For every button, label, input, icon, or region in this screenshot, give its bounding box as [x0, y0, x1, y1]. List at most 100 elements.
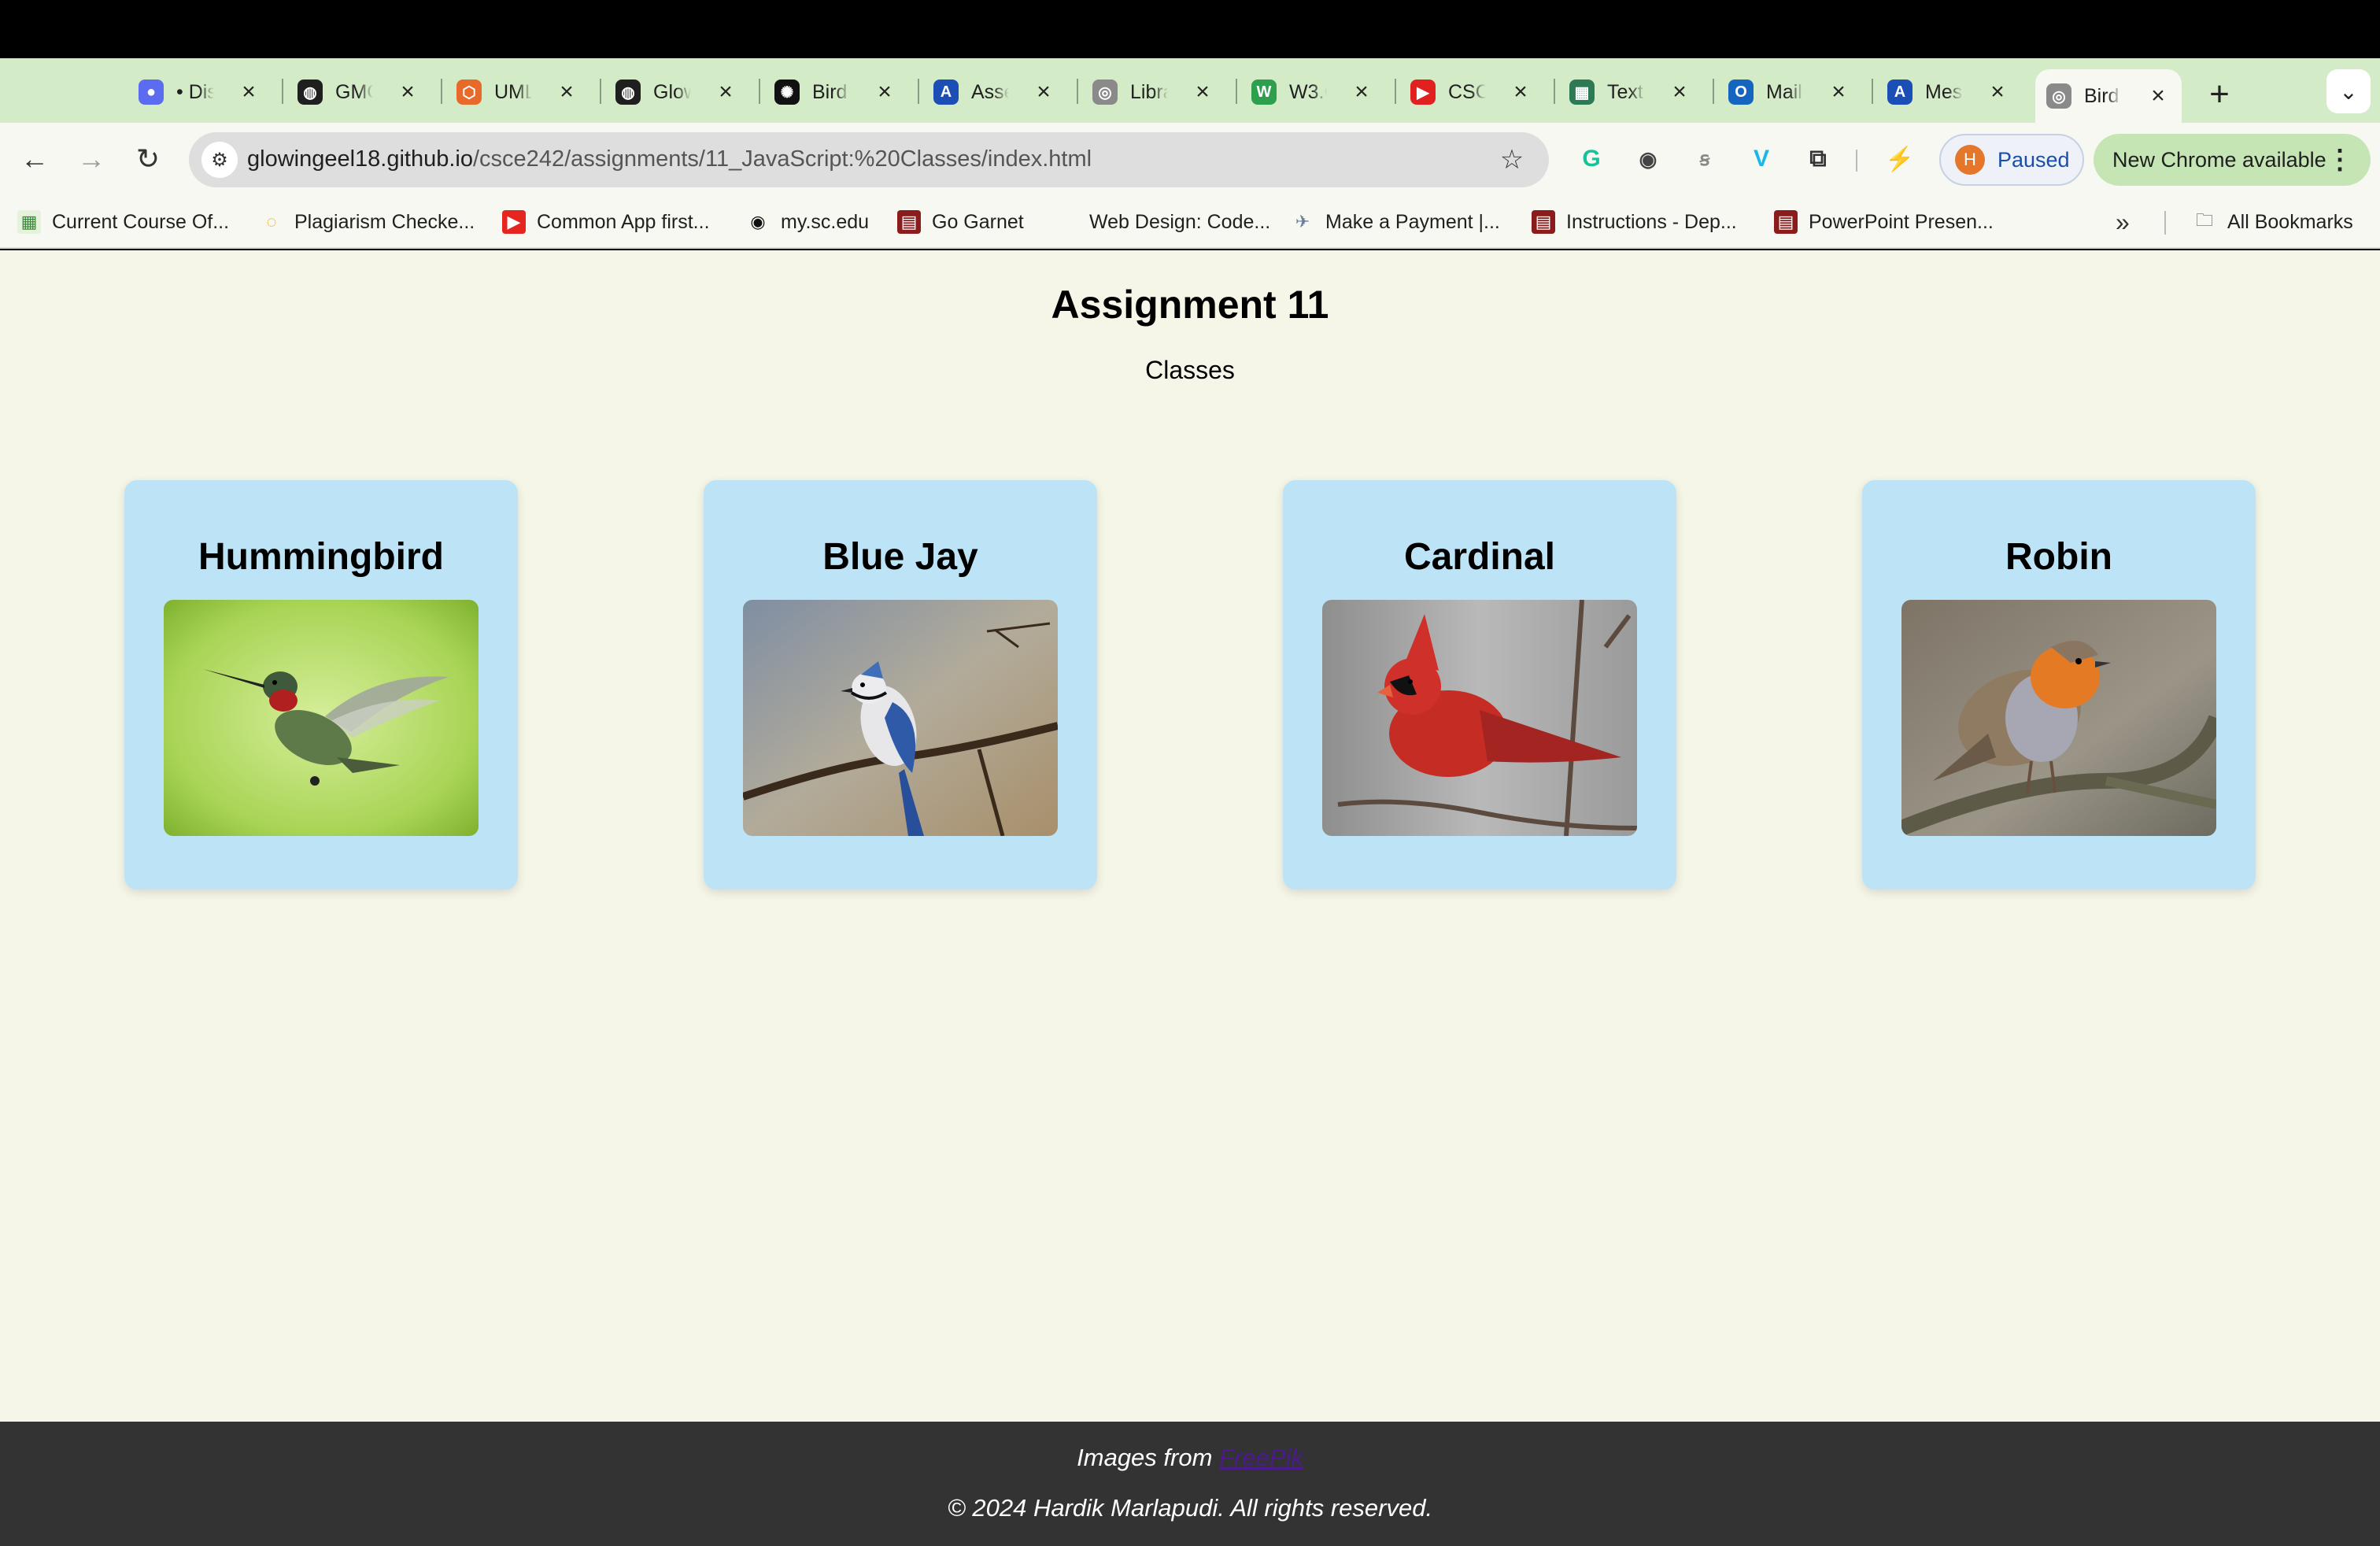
bookmark-item[interactable]: ▤ PowerPoint Presen... — [1774, 208, 1994, 236]
browser-tab[interactable]: ◍ GMG × — [298, 69, 420, 115]
browser-tab[interactable]: ▶ CSCE × — [1410, 69, 1533, 115]
canvas-a-icon: A — [1887, 80, 1913, 105]
bookmark-label: my.sc.edu — [781, 210, 870, 233]
star-icon: ☆ — [1499, 145, 1524, 175]
tab-strip: ● • Disc × ◍ GMG × ⬡ UML × ◍ Glowi × ✺ Bird C × A Asses ×… — [0, 58, 2380, 123]
tab-separator — [1713, 79, 1714, 104]
close-icon[interactable]: × — [1031, 79, 1056, 105]
tab-title: Librar — [1130, 80, 1168, 103]
tab-title: Mess — [1925, 80, 1963, 103]
address-bar[interactable]: ⚙ glowingeel18.github.io/csce242/assignm… — [189, 132, 1549, 187]
close-icon[interactable]: × — [1985, 79, 2010, 105]
page-content: Assignment 11 Classes Hummingbird Blue J… — [0, 250, 2380, 1422]
bookmark-item[interactable]: ▦ Current Course Of... — [17, 208, 229, 236]
close-icon[interactable]: × — [1667, 79, 1692, 105]
bookmark-item[interactable]: ▶ Common App first... — [502, 208, 710, 236]
tab-title: Mail - — [1766, 80, 1804, 103]
close-icon[interactable]: × — [1349, 79, 1374, 105]
tab-title: W3.C — [1289, 80, 1327, 103]
tab-title: Asses — [971, 80, 1009, 103]
uml-icon: ⬡ — [456, 80, 482, 105]
avatar: H — [1955, 145, 1985, 175]
university-icon: ▤ — [1774, 210, 1798, 234]
close-icon[interactable]: × — [395, 79, 420, 105]
bookmark-label: Go Garnet — [932, 210, 1024, 233]
browser-tab[interactable]: ◎ Librar × — [1092, 69, 1215, 115]
bird-card-robin: Robin — [1862, 480, 2256, 890]
record-icon: ● — [139, 80, 164, 105]
close-icon[interactable]: × — [1190, 79, 1215, 105]
bookmark-item[interactable]: ▤ Go Garnet — [897, 208, 1024, 236]
close-icon[interactable]: × — [713, 79, 738, 105]
bookmark-item[interactable]: Web Design: Code... — [1055, 208, 1270, 236]
grammarly-extension-icon[interactable]: G — [1574, 142, 1609, 176]
browser-tab[interactable]: ● • Disc × — [139, 69, 261, 115]
bird-name: Hummingbird — [198, 536, 444, 578]
forward-button[interactable]: → — [72, 140, 110, 178]
globe-icon: ◎ — [1092, 80, 1118, 105]
kebab-menu-icon[interactable]: ⋮ — [2326, 144, 2353, 176]
all-bookmarks-button[interactable]: 🗀 All Bookmarks — [2193, 208, 2353, 236]
youtube-icon: ▶ — [1410, 80, 1436, 105]
close-icon[interactable]: × — [554, 79, 579, 105]
outlook-icon: O — [1728, 80, 1754, 105]
toolbar-divider — [1856, 150, 1857, 172]
close-icon[interactable]: × — [1508, 79, 1533, 105]
tab-title: Bird C — [2084, 84, 2122, 107]
close-icon[interactable]: × — [236, 79, 261, 105]
update-chrome-button[interactable]: New Chrome available ⋮ — [2094, 134, 2371, 186]
bookmark-star-button[interactable]: ☆ — [1494, 142, 1530, 178]
browser-tab[interactable]: ⬡ UML × — [456, 69, 579, 115]
close-icon[interactable]: × — [2145, 83, 2171, 109]
browser-tab[interactable]: ▦ Text- × — [1569, 69, 1692, 115]
site-info-button[interactable]: ⚙ — [201, 142, 238, 178]
cardinal-image[interactable] — [1322, 600, 1637, 836]
robin-image[interactable] — [1901, 600, 2216, 836]
blank-icon — [1055, 210, 1078, 234]
bookmarks-bar: ▦ Current Course Of... ◌ Plagiarism Checke.… — [0, 195, 2380, 249]
browser-tab[interactable]: A Mess × — [1887, 69, 2010, 115]
extensions-puzzle-icon[interactable]: ⧉ — [1801, 142, 1835, 176]
browser-tab[interactable]: ◍ Glowi × — [615, 69, 738, 115]
profile-status: Paused — [1998, 147, 2070, 172]
browser-tab[interactable]: ✺ Bird C × — [774, 69, 897, 115]
back-button[interactable]: ← — [16, 140, 54, 178]
tab-separator — [1872, 79, 1873, 104]
profile-button[interactable]: H Paused — [1939, 134, 2084, 186]
text-extension-icon[interactable]: ꞩ — [1687, 142, 1722, 176]
hummingbird-image[interactable] — [164, 600, 479, 836]
freepik-link[interactable]: FreePik — [1219, 1444, 1303, 1471]
vimeo-extension-icon[interactable]: V — [1744, 142, 1779, 176]
bookmark-item[interactable]: ◉ my.sc.edu — [746, 208, 869, 236]
tab-search-button[interactable]: ⌄ — [2326, 69, 2371, 113]
browser-tab[interactable]: ◎ Bird C × — [2035, 69, 2182, 123]
tab-title: Text- — [1607, 80, 1645, 103]
tab-separator — [1077, 79, 1078, 104]
globe-icon: ◎ — [2046, 83, 2071, 109]
reload-button[interactable]: ↻ — [129, 140, 167, 178]
tab-separator — [1554, 79, 1555, 104]
camera-extension-icon[interactable]: ◉ — [1631, 142, 1665, 176]
browser-tab[interactable]: O Mail - × — [1728, 69, 1851, 115]
bookmark-label: Plagiarism Checke... — [294, 210, 475, 233]
close-icon[interactable]: × — [872, 79, 897, 105]
bookmarks-overflow-button[interactable]: » — [2116, 208, 2130, 237]
url-text[interactable]: glowingeel18.github.io/csce242/assignmen… — [247, 146, 1092, 172]
bookmark-item[interactable]: ▤ Instructions - Dep... — [1532, 208, 1737, 236]
bookmark-item[interactable]: ✈ Make a Payment |... — [1291, 208, 1500, 236]
course-icon: ▦ — [17, 210, 41, 234]
bookmark-item[interactable]: ◌ Plagiarism Checke... — [260, 208, 475, 236]
reload-icon: ↻ — [135, 142, 161, 175]
browser-toolbar: ← → ↻ ⚙ glowingeel18.github.io/csce242/a… — [0, 123, 2380, 195]
bookmark-label: Instructions - Dep... — [1566, 210, 1737, 233]
robin-illustration — [1901, 600, 2216, 836]
blue-jay-image[interactable] — [743, 600, 1058, 836]
new-tab-button[interactable]: + — [2201, 75, 2238, 113]
browser-tab[interactable]: W W3.C × — [1251, 69, 1374, 115]
browser-tab[interactable]: A Asses × — [933, 69, 1056, 115]
close-icon[interactable]: × — [1826, 79, 1851, 105]
tab-separator — [918, 79, 919, 104]
github-icon: ◍ — [615, 80, 641, 105]
performance-icon[interactable]: ⚡ — [1883, 142, 1917, 176]
tab-separator — [1236, 79, 1237, 104]
